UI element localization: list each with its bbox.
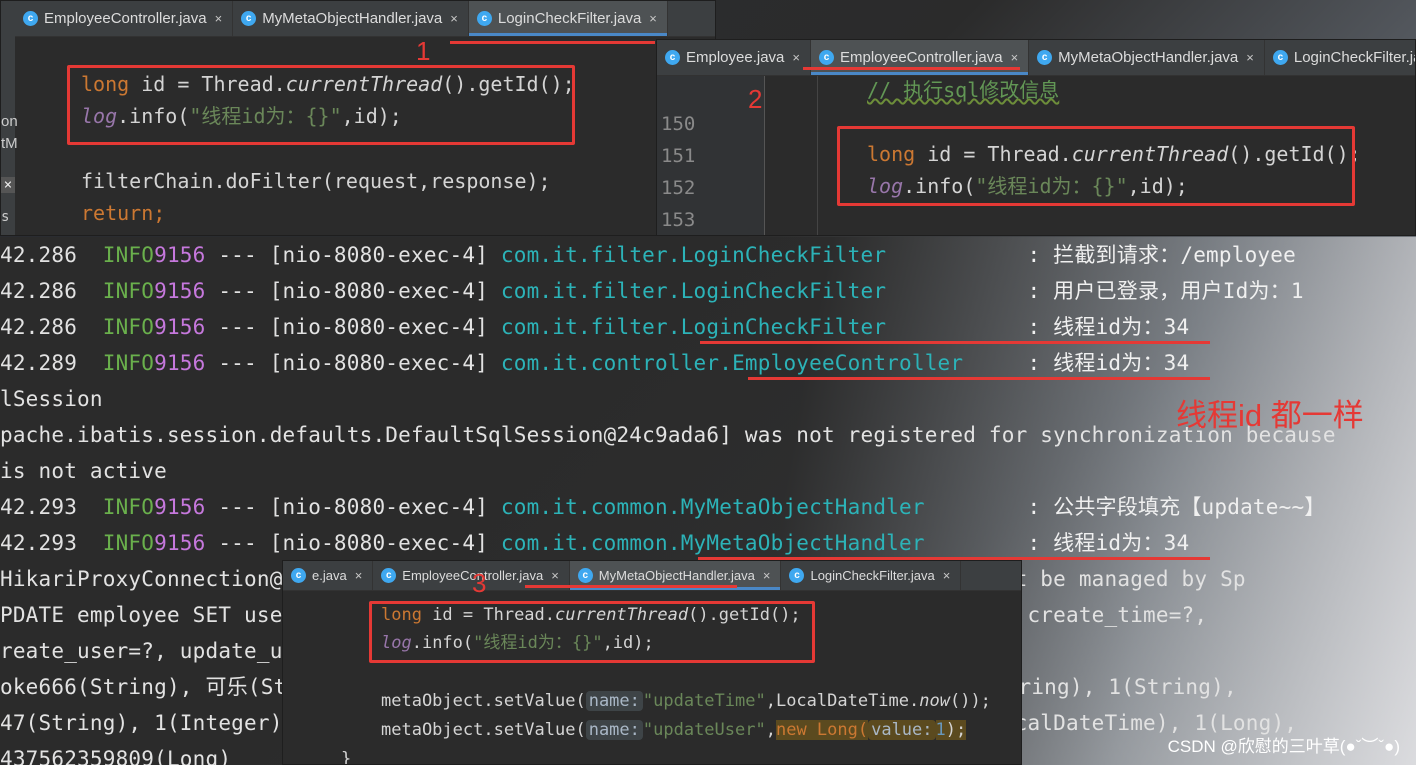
highlight-box bbox=[67, 65, 575, 145]
java-class-icon: c bbox=[665, 50, 680, 65]
tab-e-java[interactable]: c e.java × bbox=[283, 561, 374, 590]
log-underline bbox=[698, 557, 1210, 560]
side-fragment: s bbox=[1, 209, 10, 225]
tab-logincheckfilter-java[interactable]: c LoginCheckFilter.java × bbox=[468, 1, 668, 36]
tab-bar: c Employee.java × c EmployeeController.java ×… bbox=[657, 40, 1415, 76]
java-class-icon: c bbox=[818, 50, 834, 65]
param-hint: name: bbox=[585, 720, 643, 740]
code-line: metaObject.setValue(name: "updateTime",Lo… bbox=[381, 691, 991, 711]
tab-label: MyMetaObjectHandler.java bbox=[1058, 49, 1239, 66]
side-strip: on tM × s bbox=[1, 1, 18, 235]
java-class-icon: c bbox=[1272, 50, 1288, 65]
code-line: return; bbox=[81, 201, 166, 225]
java-class-icon: c bbox=[23, 11, 38, 26]
side-fragment: on bbox=[1, 113, 18, 130]
tab-label: MyMetaObjectHandler.java bbox=[598, 568, 755, 583]
side-fragment: tM bbox=[1, 135, 18, 152]
line-number: 151 bbox=[661, 145, 696, 167]
tab-label: Employee.java bbox=[686, 49, 785, 66]
highlight-box bbox=[837, 126, 1355, 206]
tab-label: LoginCheckFilter.java bbox=[1293, 49, 1415, 66]
line-number: 152 bbox=[661, 177, 696, 199]
close-icon[interactable]: × bbox=[450, 11, 458, 26]
tab-employeecontroller-java[interactable]: c EmployeeController.java × bbox=[15, 1, 234, 36]
close-icon[interactable]: × bbox=[551, 568, 559, 583]
java-class-icon: c bbox=[1037, 50, 1053, 65]
code-line: filterChain.doFilter(request,response); bbox=[81, 169, 551, 193]
tab-underline bbox=[803, 67, 1020, 70]
code-line: metaObject.setValue(name: "updateUser",ne… bbox=[381, 720, 967, 740]
java-class-icon: c bbox=[577, 568, 593, 583]
tab-underline bbox=[525, 585, 737, 588]
param-hint: name: bbox=[585, 691, 643, 711]
close-icon[interactable]: × bbox=[943, 568, 951, 583]
log-underline bbox=[748, 377, 1210, 380]
tab-employee-java[interactable]: c Employee.java × bbox=[657, 40, 811, 75]
log-line: 42.289 INFO9156 --- [nio-8080-exec-4] co… bbox=[0, 351, 1190, 375]
watermark: CSDN @欣慰的三叶草(●ˇ︶ˇ●) bbox=[1167, 737, 1400, 756]
close-icon[interactable]: × bbox=[1246, 50, 1254, 65]
annotation-number: 1 bbox=[416, 36, 431, 66]
tab-label: MyMetaObjectHandler.java bbox=[262, 10, 443, 27]
log-line: reate_user=?, update_us bbox=[0, 639, 296, 663]
code-line: } bbox=[341, 749, 352, 765]
annotation-label: 线程id 都一样 bbox=[1176, 398, 1364, 433]
log-line: 42.293 INFO9156 --- [nio-8080-exec-4] co… bbox=[0, 531, 1190, 555]
tab-label: EmployeeController.java bbox=[839, 49, 1003, 66]
log-line: 42.286 INFO9156 --- [nio-8080-exec-4] co… bbox=[0, 315, 1190, 339]
close-icon[interactable]: × bbox=[1, 177, 15, 193]
tab-underline bbox=[450, 41, 655, 44]
log-line: 42.293 INFO9156 --- [nio-8080-exec-4] co… bbox=[0, 495, 1326, 519]
close-icon[interactable]: × bbox=[1011, 50, 1019, 65]
tab-logincheckfilter-java[interactable]: cLoginCheckFilter.java× bbox=[1265, 40, 1415, 75]
tab-logincheckfilter-java[interactable]: c LoginCheckFilter.java × bbox=[781, 561, 962, 590]
tab-label: e.java bbox=[312, 568, 347, 583]
tab-label: LoginCheckFilter.java bbox=[497, 10, 642, 27]
log-line: 42.286 INFO9156 --- [nio-8080-exec-4] co… bbox=[0, 279, 1304, 303]
java-class-icon: c bbox=[241, 11, 257, 26]
tab-label: EmployeeController.java bbox=[44, 10, 207, 27]
line-number: 150 bbox=[661, 113, 696, 135]
log-line: 437562359809(Long) bbox=[0, 747, 232, 765]
java-class-icon: c bbox=[291, 568, 306, 583]
log-underline bbox=[700, 341, 1210, 344]
annotation-number: 2 bbox=[748, 84, 763, 114]
close-icon[interactable]: × bbox=[355, 568, 363, 583]
code-comment: // 执行sql修改信息 bbox=[867, 78, 1060, 102]
java-class-icon: c bbox=[789, 568, 805, 583]
tab-label: LoginCheckFilter.java bbox=[810, 568, 935, 583]
param-hint: value: bbox=[868, 720, 936, 740]
close-icon[interactable]: × bbox=[792, 50, 800, 65]
annotation-number: 3 bbox=[472, 568, 487, 598]
editor-panel-login-check-filter: on tM × s c EmployeeController.java × c MyMe… bbox=[0, 0, 716, 236]
java-class-icon: c bbox=[476, 11, 492, 26]
editor-panel-employee-controller: c Employee.java × c EmployeeController.java ×… bbox=[656, 39, 1416, 236]
close-icon[interactable]: × bbox=[649, 11, 657, 26]
close-icon[interactable]: × bbox=[763, 568, 771, 583]
tab-bar: c EmployeeController.java × c MyMetaObjectHa… bbox=[15, 1, 715, 37]
indent-guide bbox=[817, 76, 818, 235]
log-line: is not active bbox=[0, 459, 167, 483]
log-line: pache.ibatis.session.defaults.DefaultSql… bbox=[0, 423, 1336, 447]
close-icon[interactable]: × bbox=[215, 11, 223, 26]
editor-panel-meta-object-handler: c e.java × c EmployeeController.java × c MyMeta… bbox=[282, 560, 1022, 765]
line-number: 153 bbox=[661, 209, 696, 231]
tab-mymetaobjecthandler-java[interactable]: c MyMetaObjectHandler.java × bbox=[233, 1, 469, 36]
log-line: 42.286 INFO9156 --- [nio-8080-exec-4] co… bbox=[0, 243, 1296, 267]
log-line: lSession bbox=[0, 387, 103, 411]
highlight-box bbox=[369, 601, 815, 663]
java-class-icon: c bbox=[381, 568, 397, 583]
tab-mymetaobjecthandler-java[interactable]: c MyMetaObjectHandler.java × bbox=[1029, 40, 1265, 75]
